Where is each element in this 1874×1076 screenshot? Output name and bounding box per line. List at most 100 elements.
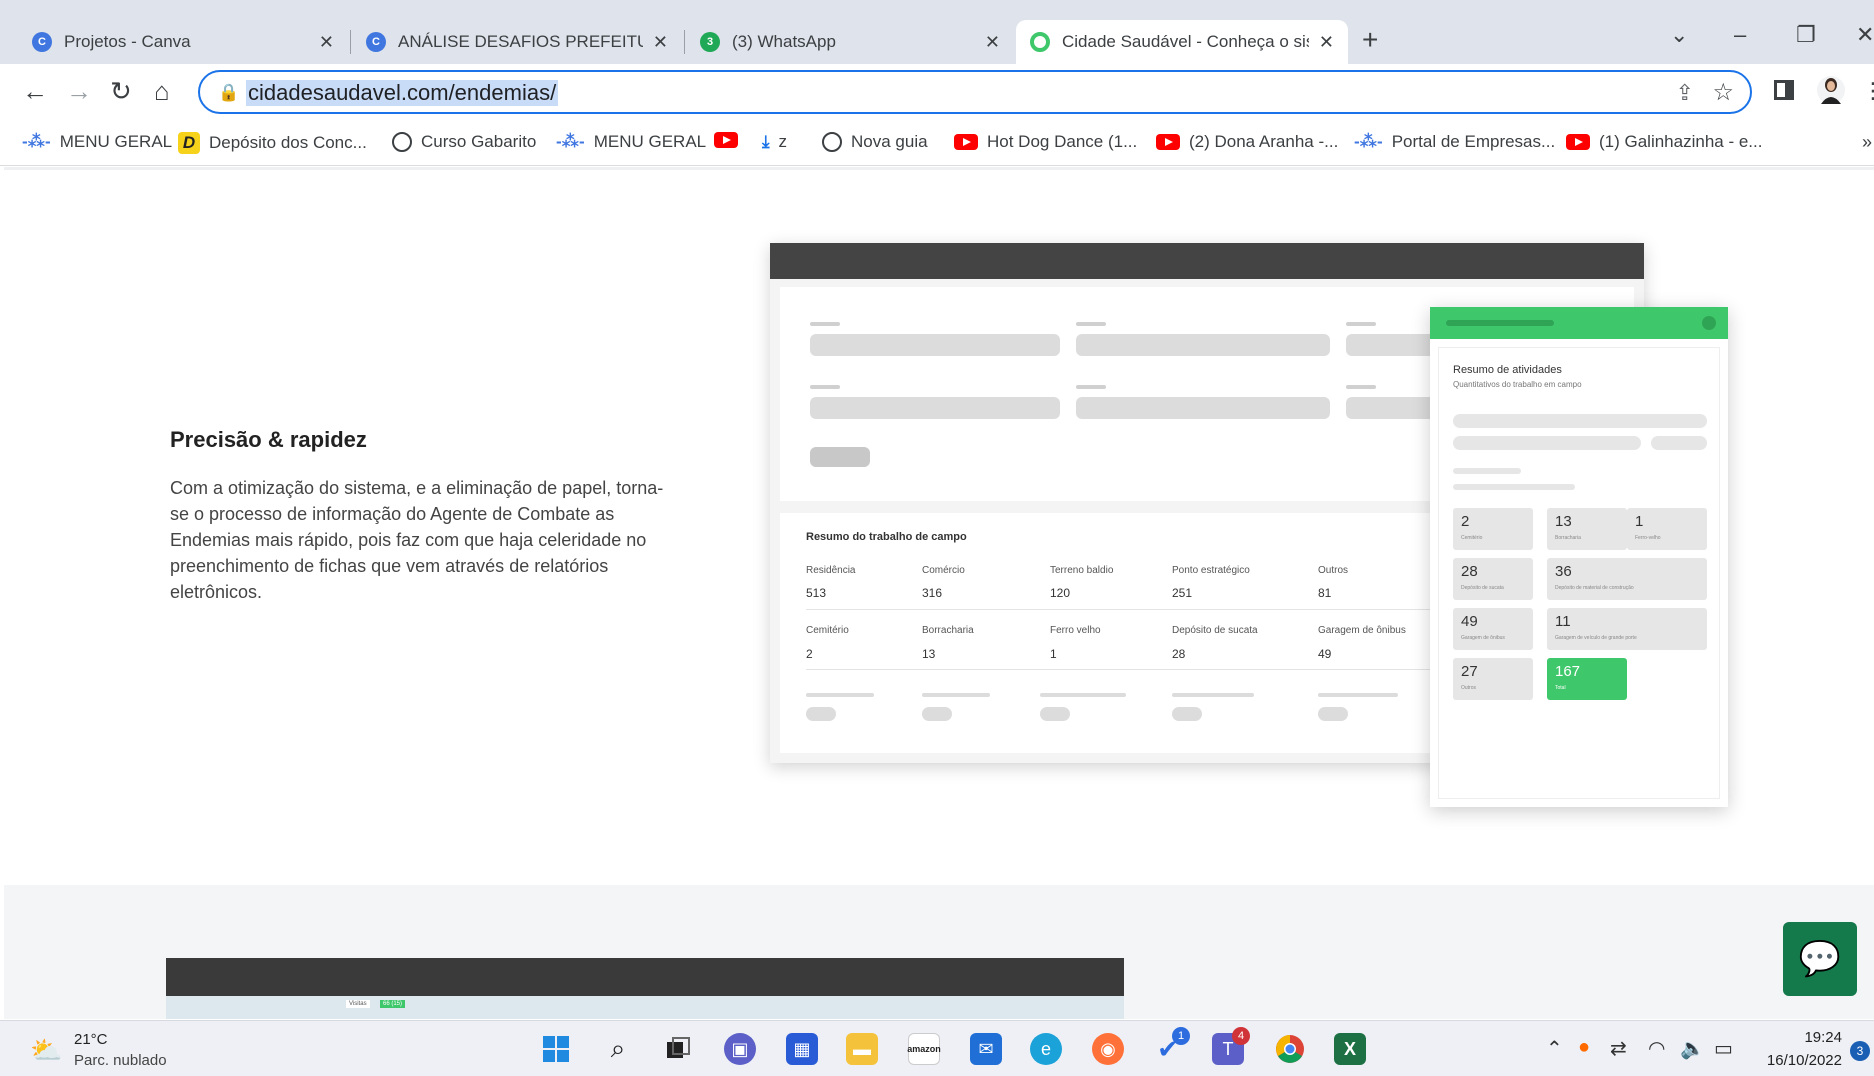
summary-label: Terreno baldio	[1050, 565, 1114, 576]
teams-badge: 4	[1232, 1027, 1250, 1045]
bookmark-star-icon[interactable]: ☆	[1712, 78, 1734, 107]
store-icon[interactable]: ▦	[786, 1033, 818, 1065]
weather-temperature[interactable]: 21°C	[74, 1031, 108, 1048]
minimize-icon[interactable]: –	[1734, 22, 1746, 48]
summary-value: 13	[922, 647, 936, 661]
chrome-icon[interactable]	[1274, 1033, 1306, 1065]
back-icon[interactable]: ←	[22, 76, 48, 106]
map-mockup: Visitas 66 (15)	[166, 996, 1124, 1019]
page-divider	[4, 167, 1874, 170]
home-icon[interactable]: ⌂	[154, 76, 170, 106]
teams-icon[interactable]: T 4	[1212, 1027, 1250, 1065]
summary-label: Comércio	[922, 565, 965, 576]
tab-strip: C Projetos - Canva ✕ C ANÁLISE DESAFIOS …	[0, 0, 1874, 64]
edge-icon[interactable]: e	[1030, 1033, 1062, 1065]
tab-search-icon[interactable]: ⌄	[1670, 22, 1688, 48]
app-tray-icon[interactable]: ●	[1578, 1036, 1590, 1059]
restore-icon[interactable]: ❐	[1796, 22, 1816, 48]
bookmark-deposito[interactable]: D Depósito dos Conc...	[178, 132, 367, 154]
bookmark-dona-aranha[interactable]: (2) Dona Aranha -...	[1156, 132, 1338, 152]
stat-tile: 27 Outros	[1453, 658, 1533, 700]
summary-label: Borracharia	[922, 625, 974, 636]
tab-analise-desafios[interactable]: C ANÁLISE DESAFIOS PREFEITURA ✕	[352, 20, 682, 64]
summary-label: Depósito de sucata	[1172, 625, 1258, 636]
globe-icon	[822, 132, 842, 152]
panel-body: Resumo de atividades Quantitativos do tr…	[1438, 347, 1720, 799]
summary-label: Outros	[1318, 565, 1349, 576]
stat-tile: 1 Ferro-velho	[1627, 508, 1707, 550]
tab-cidade-saudavel[interactable]: Cidade Saudável - Conheça o sis ✕	[1016, 20, 1348, 64]
stat-tile: 28 Depósito de sucata	[1453, 558, 1533, 600]
lock-icon[interactable]: 🔒	[218, 83, 239, 103]
map-chip-label: Visitas	[346, 1000, 370, 1008]
bookmarks-bar: -⁂- MENU GERAL D Depósito dos Conc... Cu…	[0, 120, 1874, 166]
notification-badge[interactable]: 3	[1850, 1041, 1870, 1061]
map-mockup-header	[166, 958, 1124, 996]
side-panel-icon[interactable]	[1774, 80, 1794, 100]
tasks-badge: 1	[1172, 1027, 1190, 1045]
address-bar[interactable]: 🔒 cidadesaudavel.com/endemias/ ⇪ ☆	[198, 70, 1752, 114]
windows-start-icon[interactable]	[540, 1033, 572, 1065]
forward-icon[interactable]: →	[66, 76, 92, 106]
bookmark-youtube[interactable]	[714, 132, 747, 148]
activity-summary-panel: Resumo de atividades Quantitativos do tr…	[1430, 307, 1728, 807]
task-view-icon[interactable]	[662, 1033, 694, 1065]
excel-icon[interactable]: X	[1334, 1033, 1366, 1065]
summary-label: Garagem de ônibus	[1318, 625, 1406, 636]
tasks-icon[interactable]: ✔ 1	[1152, 1027, 1190, 1065]
show-hidden-icons-icon[interactable]: ⌃	[1546, 1036, 1563, 1061]
chat-icon[interactable]: ▣	[724, 1033, 756, 1065]
network-status-icon[interactable]: ⇄	[1610, 1036, 1627, 1061]
url-text[interactable]: cidadesaudavel.com/endemias/	[246, 80, 559, 106]
d-logo-icon: D	[178, 132, 200, 154]
share-icon[interactable]: ⇪	[1676, 80, 1694, 106]
bookmark-z[interactable]: ⤓ z	[762, 132, 787, 152]
battery-icon[interactable]: ▭	[1714, 1036, 1733, 1061]
globe-icon	[392, 132, 412, 152]
bookmark-portal-empresas[interactable]: -⁂- Portal de Empresas...	[1354, 132, 1555, 152]
tab-separator	[350, 30, 351, 54]
summary-value: 49	[1318, 647, 1332, 661]
more-bookmarks-icon[interactable]: »	[1862, 132, 1872, 153]
bookmark-menu-geral[interactable]: -⁂- MENU GERAL	[22, 132, 172, 152]
clock-date[interactable]: 16/10/2022	[1758, 1052, 1842, 1069]
close-window-icon[interactable]: ✕	[1856, 22, 1874, 48]
weather-description[interactable]: Parc. nublado	[74, 1052, 167, 1069]
chat-button[interactable]: 💬	[1783, 922, 1857, 996]
profile-avatar[interactable]	[1816, 74, 1846, 106]
weather-icon[interactable]: ⛅	[30, 1035, 62, 1066]
volume-icon[interactable]: 🔈	[1680, 1036, 1705, 1061]
summary-value: 316	[922, 586, 943, 600]
whatsapp-icon: 3	[700, 32, 720, 52]
tab-canva-projects[interactable]: C Projetos - Canva ✕	[18, 20, 348, 64]
new-tab-button[interactable]: +	[1362, 24, 1378, 56]
wifi-icon[interactable]: ◠	[1648, 1036, 1665, 1061]
file-explorer-icon[interactable]: ▬	[846, 1033, 878, 1065]
feature-paragraph: Com a otimização do sistema, e a elimina…	[170, 478, 664, 602]
map-chip-value: 66 (15)	[380, 1000, 406, 1008]
web-page: Precisão & rapidez Com a otimização do s…	[0, 167, 1874, 1019]
windows-taskbar: ⛅ 21°C Parc. nublado ⌕ ▣ ▦ ▬ amazon ✉ e …	[0, 1020, 1874, 1076]
close-icon[interactable]: ✕	[653, 32, 668, 53]
close-icon[interactable]: ✕	[1319, 32, 1334, 53]
close-icon[interactable]: ✕	[319, 32, 334, 53]
reload-icon[interactable]: ↻	[110, 76, 132, 106]
amazon-icon[interactable]: amazon	[907, 1033, 941, 1065]
search-icon[interactable]: ⌕	[602, 1033, 634, 1065]
bookmark-galinhazinha[interactable]: (1) Galinhazinha - e...	[1566, 132, 1762, 152]
summary-value: 513	[806, 586, 827, 600]
mail-icon[interactable]: ✉	[970, 1033, 1002, 1065]
bookmark-menu-geral-2[interactable]: -⁂- MENU GERAL	[556, 132, 706, 152]
close-icon[interactable]: ✕	[985, 32, 1000, 53]
tab-whatsapp[interactable]: 3 (3) WhatsApp ✕	[686, 20, 1014, 64]
bookmark-nova-guia[interactable]: Nova guia	[822, 132, 928, 152]
clock-time[interactable]: 19:24	[1786, 1029, 1842, 1046]
youtube-icon	[1566, 134, 1590, 150]
panel-subtitle: Quantitativos do trabalho em campo	[1453, 380, 1582, 389]
bookmark-hot-dog-dance[interactable]: Hot Dog Dance (1...	[954, 132, 1137, 152]
download-icon: ⤓	[762, 132, 770, 151]
firefox-icon[interactable]: ◉	[1092, 1033, 1124, 1065]
bookmark-curso-gabarito[interactable]: Curso Gabarito	[392, 132, 536, 152]
youtube-icon	[954, 134, 978, 150]
menu-kebab-icon[interactable]: ⋮	[1862, 78, 1874, 104]
